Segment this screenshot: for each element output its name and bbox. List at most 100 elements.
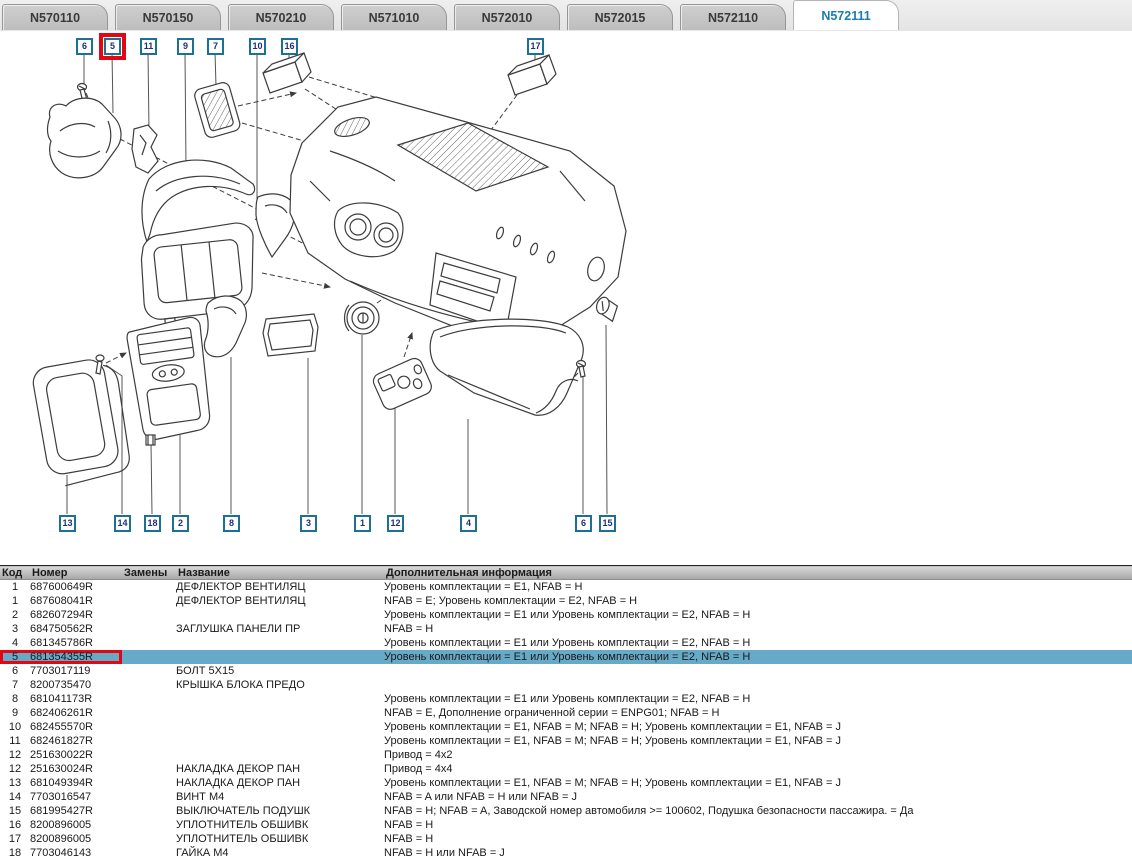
cell-info [384,664,1132,678]
part-glove-box-lid [430,319,583,415]
cell-replace [122,622,176,636]
callout-18[interactable]: 18 [144,515,161,532]
table-row[interactable]: 7 8200735470 КРЫШКА БЛОКА ПРЕДО [0,678,1132,692]
table-row[interactable]: 17 8200896005 УПЛОТНИТЕЛЬ ОБШИВК NFAB = … [0,832,1132,846]
cell-code: 5 [0,650,30,664]
callout-11[interactable]: 11 [140,38,157,55]
cell-code: 13 [0,776,30,790]
cell-name: НАКЛАДКА ДЕКОР ПАН [176,776,384,790]
part-radio-surround [125,316,215,441]
tab-label: N572110 [708,11,758,25]
catalog-tab[interactable]: N570110 [2,4,108,30]
table-row[interactable]: 10 682455570R Уровень комплектации = E1,… [0,720,1132,734]
cell-code: 16 [0,818,30,832]
callout-4[interactable]: 4 [460,515,477,532]
cell-info: NFAB = H [384,622,1132,636]
exploded-view-diagram: 6 5 11 9 7 10 16 17 13 14 18 2 8 3 1 12 … [0,31,1132,558]
callout-8[interactable]: 8 [223,515,240,532]
tab-bar: N570110 N570150 N570210 N571010 N572010 … [0,0,1132,31]
cell-number: 682455570R [30,720,122,734]
table-row[interactable]: 4 681345786R Уровень комплектации = E1 и… [0,636,1132,650]
callout-3[interactable]: 3 [300,515,317,532]
cell-number: 8200896005 [30,832,122,846]
table-row[interactable]: 1 687608041R ДЕФЛЕКТОР ВЕНТИЛЯЦ NFAB = E… [0,594,1132,608]
table-row[interactable]: 12 251630022R Привод = 4x2 [0,748,1132,762]
table-row[interactable]: 16 8200896005 УПЛОТНИТЕЛЬ ОБШИВК NFAB = … [0,818,1132,832]
catalog-tab[interactable]: N572111 [793,0,899,30]
callout-1[interactable]: 1 [354,515,371,532]
cell-code: 3 [0,622,30,636]
callout-15[interactable]: 15 [599,515,616,532]
table-row[interactable]: 9 682406261R NFAB = E, Дополнение ограни… [0,706,1132,720]
table-header-row: Код Номер Замены Название Дополнительная… [0,566,1132,580]
table-row[interactable]: 13 681049394R НАКЛАДКА ДЕКОР ПАН Уровень… [0,776,1132,790]
cell-name: УПЛОТНИТЕЛЬ ОБШИВК [176,818,384,832]
callout-6-top[interactable]: 6 [76,38,93,55]
cell-code: 1 [0,594,30,608]
part-side-trim [256,194,295,257]
callout-13[interactable]: 13 [59,515,76,532]
table-row[interactable]: 5 681354355R Уровень комплектации = E1 и… [0,650,1132,664]
callout-17[interactable]: 17 [527,38,544,55]
cell-number: 682461827R [30,734,122,748]
callout-12[interactable]: 12 [387,515,404,532]
cell-replace [122,734,176,748]
cell-number: 687600649R [30,580,122,595]
table-row[interactable]: 1 687600649R ДЕФЛЕКТОР ВЕНТИЛЯЦ Уровень … [0,580,1132,595]
callout-16[interactable]: 16 [281,38,298,55]
part-decor-bezel [31,355,135,488]
table-row[interactable]: 3 684750562R ЗАГЛУШКА ПАНЕЛИ ПР NFAB = H [0,622,1132,636]
cell-number: 8200896005 [30,818,122,832]
part-seal-block-left [263,53,311,93]
part-switch-panel [371,356,434,412]
table-row[interactable]: 6 7703017119 БОЛТ 5Х15 [0,664,1132,678]
cell-number: 681041173R [30,692,122,706]
part-curved-panel [204,296,246,357]
cell-replace [122,762,176,776]
cell-name [176,608,384,622]
catalog-tab[interactable]: N570210 [228,4,334,30]
cell-replace [122,678,176,692]
table-row[interactable]: 15 681995427R ВЫКЛЮЧАТЕЛЬ ПОДУШК NFAB = … [0,804,1132,818]
catalog-tab[interactable]: N572010 [454,4,560,30]
part-dashboard-body [290,97,626,343]
table-row[interactable]: 14 7703016547 ВИНТ М4 NFAB = A или NFAB … [0,790,1132,804]
cell-info: Уровень комплектации = E1 или Уровень ко… [384,608,1132,622]
callout-2[interactable]: 2 [172,515,189,532]
table-row[interactable]: 12 251630024R НАКЛАДКА ДЕКОР ПАН Привод … [0,762,1132,776]
cell-info: Уровень комплектации = E1, NFAB = H [384,580,1132,595]
cell-replace [122,580,176,595]
cell-name: ВИНТ М4 [176,790,384,804]
callout-6-bottom[interactable]: 6 [575,515,592,532]
cell-replace [122,776,176,790]
cell-replace [122,720,176,734]
catalog-tab[interactable]: N571010 [341,4,447,30]
catalog-tab[interactable]: N570150 [115,4,221,30]
col-header-name: Название [176,566,384,580]
cell-replace [122,790,176,804]
cell-code: 1 [0,580,30,595]
table-row[interactable]: 8 681041173R Уровень комплектации = E1 и… [0,692,1132,706]
cell-name: ВЫКЛЮЧАТЕЛЬ ПОДУШК [176,804,384,818]
callout-5-highlighted[interactable]: 5 [104,38,121,55]
part-round-vent [345,302,380,334]
cell-number: 251630024R [30,762,122,776]
table-row[interactable]: 11 682461827R Уровень комплектации = E1,… [0,734,1132,748]
cell-info: Привод = 4x4 [384,762,1132,776]
part-seal-block-right [508,55,556,95]
cell-number: 682406261R [30,706,122,720]
cell-replace [122,804,176,818]
part-steering-column-cover [48,98,122,178]
callout-9[interactable]: 9 [177,38,194,55]
cell-info: NFAB = H; NFAB = A, Заводской номер авто… [384,804,1132,818]
callout-14[interactable]: 14 [114,515,131,532]
table-row[interactable]: 2 682607294R Уровень комплектации = E1 и… [0,608,1132,622]
cell-code: 2 [0,608,30,622]
callout-10[interactable]: 10 [249,38,266,55]
parts-table-section: Код Номер Замены Название Дополнительная… [0,565,1132,860]
callout-7[interactable]: 7 [207,38,224,55]
cell-name [176,748,384,762]
catalog-tab[interactable]: N572110 [680,4,786,30]
cell-number: 251630022R [30,748,122,762]
catalog-tab[interactable]: N572015 [567,4,673,30]
